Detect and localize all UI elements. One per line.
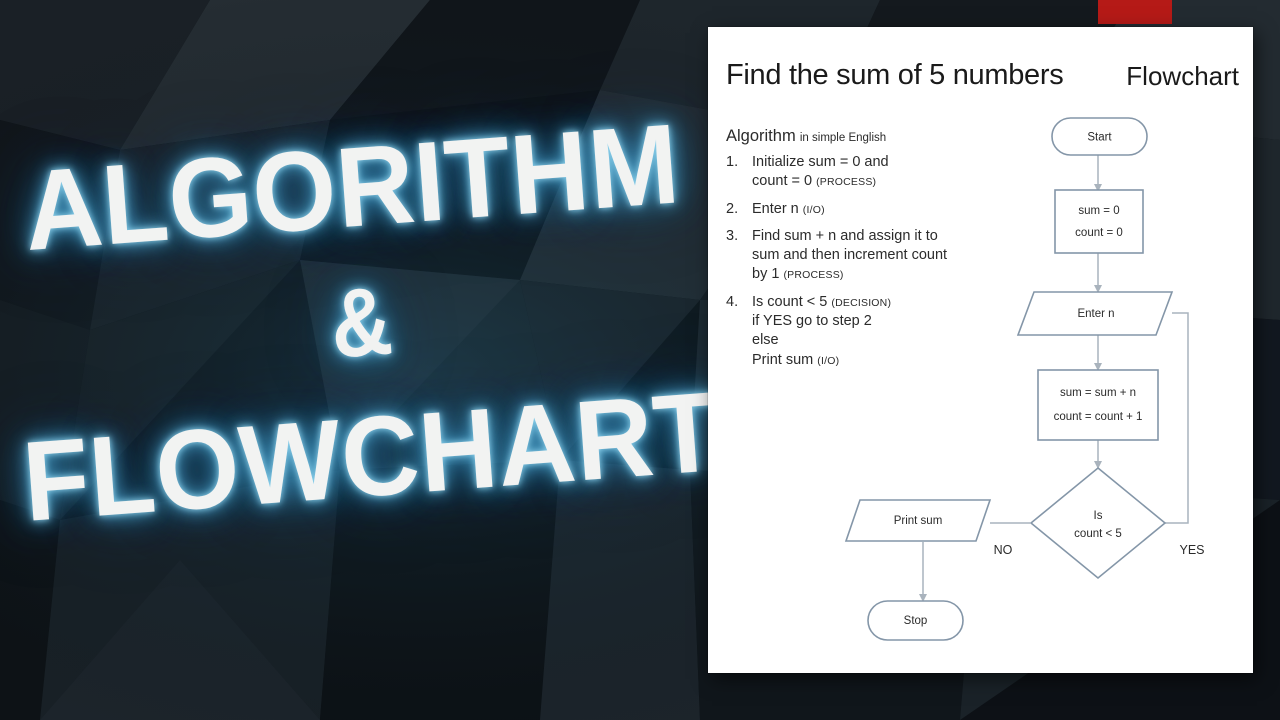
flow-edge-label-no: NO xyxy=(994,543,1013,557)
flow-node-start: Start xyxy=(1051,117,1148,156)
flow-node-init: sum = 0 count = 0 xyxy=(1054,189,1144,254)
flow-node-input-label: Enter n xyxy=(1077,308,1114,320)
flow-node-print: Print sum xyxy=(844,499,992,542)
flow-node-stop-label: Stop xyxy=(904,615,928,627)
flowchart-diagram: Start sum = 0 count = 0 Enter n sum = su… xyxy=(844,117,1205,641)
flow-node-accumulate-label-2: count = count + 1 xyxy=(1054,411,1143,423)
flow-node-accumulate: sum = sum + n count = count + 1 xyxy=(1037,369,1159,441)
flow-node-print-label: Print sum xyxy=(894,515,943,527)
slide-card: Find the sum of 5 numbers Flowchart Algo… xyxy=(708,27,1253,673)
flow-node-decision-label-1: Is xyxy=(1094,510,1103,522)
flow-edge-label-yes: YES xyxy=(1179,543,1204,557)
flow-node-decision-label-2: count < 5 xyxy=(1074,528,1122,540)
slide-canvas: ALGORITHM & FLOWCHART Find the sum of 5 … xyxy=(0,0,1280,720)
flow-node-start-label: Start xyxy=(1087,132,1112,144)
flow-node-stop: Stop xyxy=(867,600,964,641)
flow-node-accumulate-label-1: sum = sum + n xyxy=(1060,387,1136,399)
red-accent-block xyxy=(1098,0,1172,24)
flow-node-decision: Is count < 5 xyxy=(1029,466,1167,580)
flow-node-init-label-1: sum = 0 xyxy=(1078,205,1119,217)
flow-node-input: Enter n xyxy=(1016,291,1174,336)
flow-node-init-label-2: count = 0 xyxy=(1075,227,1123,239)
